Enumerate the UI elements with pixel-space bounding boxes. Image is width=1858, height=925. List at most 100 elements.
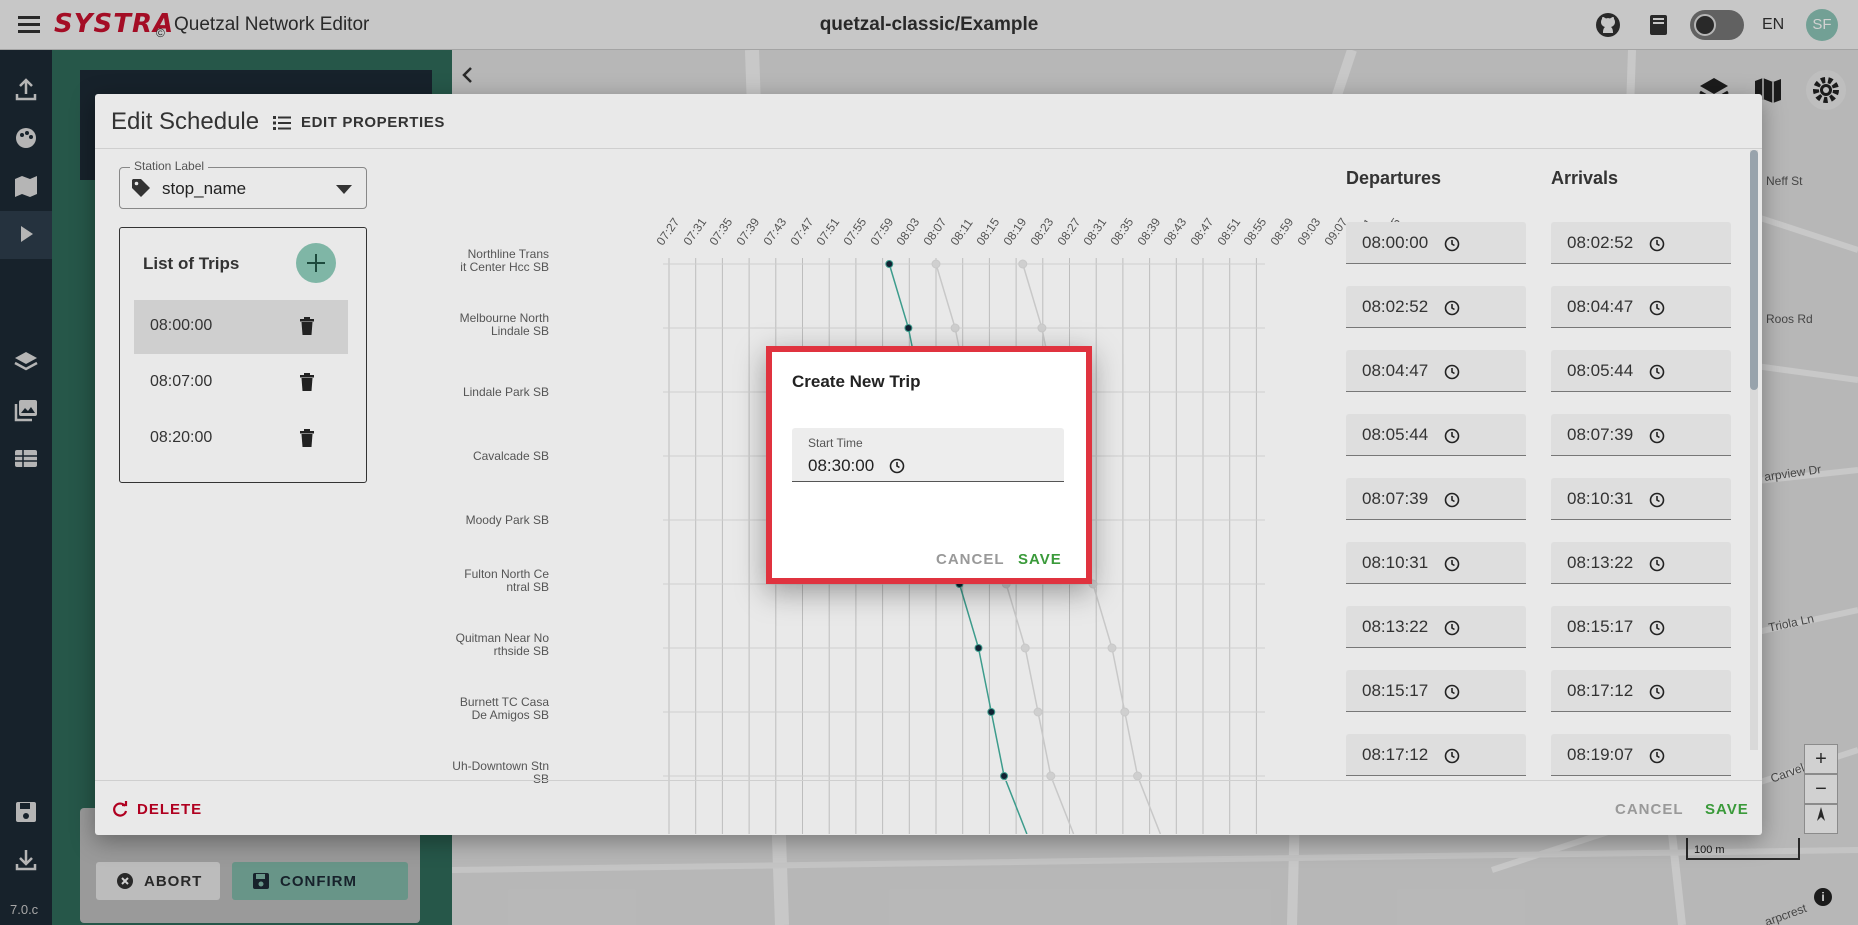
clock-icon[interactable] [1649,300,1665,316]
arrival-time-input[interactable]: 08:02:52 [1551,222,1731,264]
clock-icon[interactable] [1649,236,1665,252]
departure-time-input[interactable]: 08:07:39 [1346,478,1526,520]
clock-icon[interactable] [1444,492,1460,508]
arrival-time-input[interactable]: 08:19:07 [1551,734,1731,776]
departure-time-input[interactable]: 08:02:52 [1346,286,1526,328]
refresh-icon [113,801,128,817]
clock-icon[interactable] [1649,364,1665,380]
cancel-button[interactable]: CANCEL [1615,801,1684,818]
add-trip-button[interactable] [296,243,336,283]
trip-stop-point [1000,772,1009,780]
chart-station-label: Fulton North Ce ntral SB [464,567,549,594]
clock-icon[interactable] [1444,300,1460,316]
start-time-label: Start Time [808,436,863,450]
delete-button[interactable]: DELETE [111,800,202,818]
delete-trip-button[interactable] [298,372,316,397]
clock-icon[interactable] [1649,684,1665,700]
start-time-value: 08:30:00 [808,456,875,475]
departure-time-input[interactable]: 08:13:22 [1346,606,1526,648]
clock-icon[interactable] [1649,492,1665,508]
arrivals-title: Arrivals [1551,168,1619,188]
chart-station-label: Uh-Downtown Stn SB [452,759,549,786]
arrival-time-input[interactable]: 08:13:22 [1551,542,1731,584]
trips-list: List of Trips 08:00:00 08:07:00 08:20:00 [119,227,367,483]
trash-icon [300,429,314,447]
trip-stop-point [1037,323,1047,333]
trip-time: 08:20:00 [150,429,213,446]
chart-station-label: Melbourne North Lindale SB [459,311,549,338]
scrollbar-thumb[interactable] [1750,150,1758,390]
arrival-time-input[interactable]: 08:15:17 [1551,606,1731,648]
trip-stop-point [1133,771,1143,781]
trash-icon [300,373,314,391]
chart-station-label: Burnett TC Casa De Amigos SB [459,695,549,722]
edit-properties-button[interactable]: EDIT PROPERTIES [273,114,445,131]
trip-item[interactable]: 08:07:00 [134,356,348,410]
chart-station-label: Moody Park SB [465,513,549,527]
clock-icon[interactable] [1444,748,1460,764]
arrival-time-input[interactable]: 08:04:47 [1551,286,1731,328]
departure-time-input[interactable]: 08:15:17 [1346,670,1526,712]
trip-stop-point [950,323,960,333]
station-label-legend: Station Label [130,159,209,173]
chart-station-label: Northline Trans it Center Hcc SB [460,247,549,274]
create-trip-dialog: Create New Trip Start Time 08:30:00 CANC… [766,346,1092,584]
departure-time-input[interactable]: 08:04:47 [1346,350,1526,392]
create-trip-title: Create New Trip [792,372,921,391]
chart-tick-label: 09:03 [1294,215,1324,248]
trash-icon [300,317,314,335]
trip-item[interactable]: 08:20:00 [134,412,348,466]
trip-stop-point [987,708,996,716]
chart-station-label: Quitman Near No rthside SB [455,631,549,658]
delete-trip-button[interactable] [298,316,316,341]
chart-station-label: Lindale Park SB [462,385,549,399]
clock-icon[interactable] [1649,428,1665,444]
clock-icon[interactable] [1444,556,1460,572]
departure-time-input[interactable]: 08:10:31 [1346,542,1526,584]
delete-trip-button[interactable] [298,428,316,453]
clock-icon[interactable] [1444,236,1460,252]
trip-stop-point [974,644,983,652]
clock-icon[interactable] [889,458,905,474]
chart-tick-label: 08:59 [1267,215,1297,248]
dialog-footer-divider [95,780,1762,781]
clock-icon[interactable] [1444,364,1460,380]
trip-time: 08:00:00 [150,317,213,334]
trip-time: 08:07:00 [150,373,213,390]
dialog-scrollbar[interactable] [1750,150,1758,750]
arrival-time-input[interactable]: 08:07:39 [1551,414,1731,456]
departure-time-input[interactable]: 08:05:44 [1346,414,1526,456]
trips-title: List of Trips [143,254,240,273]
trip-stop-point [1020,643,1030,653]
departure-time-input[interactable]: 08:00:00 [1346,222,1526,264]
trip-stop-point [1107,643,1117,653]
departure-time-input[interactable]: 08:17:12 [1346,734,1526,776]
clock-icon[interactable] [1444,428,1460,444]
clock-icon[interactable] [1649,748,1665,764]
list-icon [273,115,291,130]
clock-icon[interactable] [1444,620,1460,636]
trip-stop-point [1018,259,1028,269]
save-button[interactable]: SAVE [1705,801,1749,818]
arrival-time-input[interactable]: 08:10:31 [1551,478,1731,520]
clock-icon[interactable] [1649,620,1665,636]
chevron-down-icon [336,185,352,194]
departures-title: Departures [1346,168,1442,188]
chart-station-label: Cavalcade SB [472,449,549,463]
start-time-input[interactable]: Start Time 08:30:00 [792,428,1064,482]
clock-icon[interactable] [1444,684,1460,700]
dialog-title: Edit Schedule [111,108,260,135]
station-label-select[interactable]: Station Label stop_name [119,159,367,209]
trip-stop-point [1120,707,1130,717]
trip-stop-point [1033,707,1043,717]
create-trip-cancel-button[interactable]: CANCEL [936,551,1005,568]
trip-stop-point [885,260,894,268]
arrival-time-input[interactable]: 08:17:12 [1551,670,1731,712]
trip-stop-point [1046,771,1056,781]
create-trip-save-button[interactable]: SAVE [1018,551,1062,568]
clock-icon[interactable] [1649,556,1665,572]
trip-stop-point [931,259,941,269]
tag-icon [132,179,150,197]
trip-item[interactable]: 08:00:00 [134,300,348,354]
arrival-time-input[interactable]: 08:05:44 [1551,350,1731,392]
